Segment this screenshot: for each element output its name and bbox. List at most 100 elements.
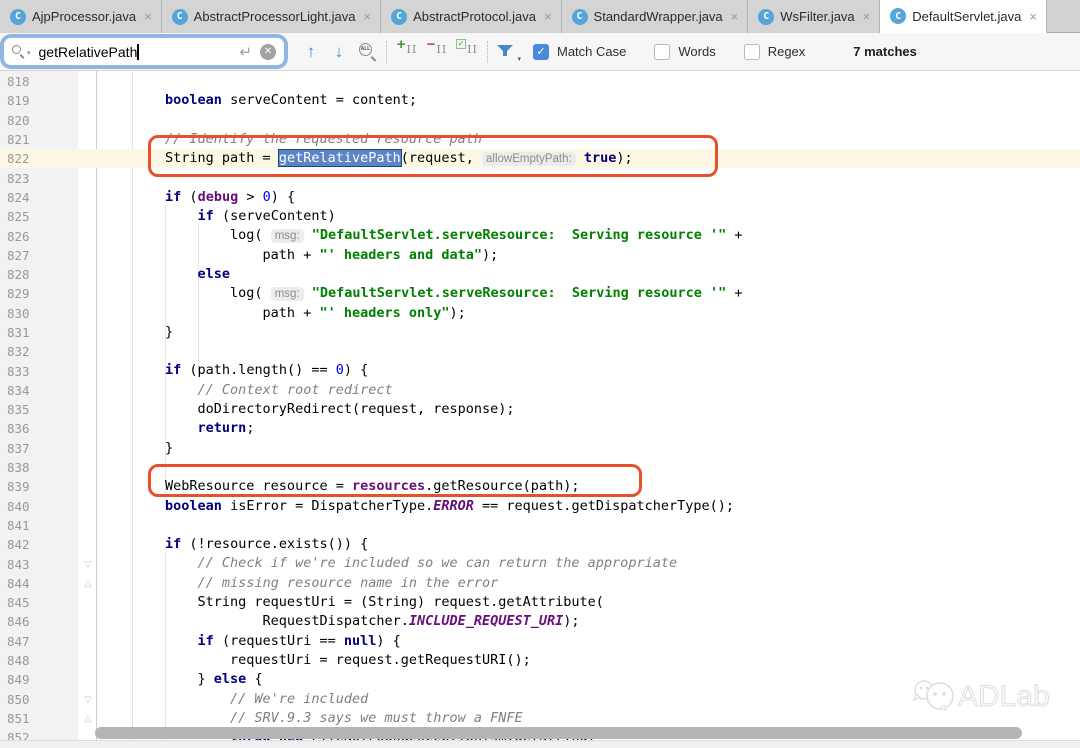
code-text[interactable]: requestUri = request.getRequestURI();	[100, 651, 531, 670]
line-number[interactable]: 840	[0, 499, 76, 514]
code-line-844[interactable]: 844△ // missing resource name in the err…	[0, 574, 1080, 593]
tab-WsFilter.java[interactable]: CWsFilter.java×	[748, 0, 880, 33]
code-text[interactable]: if (requestUri == null) {	[100, 632, 401, 651]
code-text[interactable]: return;	[100, 419, 254, 438]
line-number[interactable]: 832	[0, 344, 76, 359]
code-text[interactable]: if (debug > 0) {	[100, 188, 295, 207]
line-number[interactable]: 839	[0, 479, 76, 494]
code-text[interactable]: boolean serveContent = content;	[100, 91, 417, 110]
line-number[interactable]: 844	[0, 576, 76, 591]
remove-selection-button[interactable]: − II	[422, 39, 452, 65]
code-line-833[interactable]: 833 if (path.length() == 0) {	[0, 361, 1080, 380]
find-all-button[interactable]: ALL	[353, 39, 381, 65]
tab-StandardWrapper.java[interactable]: CStandardWrapper.java×	[562, 0, 749, 33]
code-line-842[interactable]: 842 if (!resource.exists()) {	[0, 535, 1080, 554]
select-all-occurrences-button[interactable]: ✓ II	[452, 39, 482, 65]
line-number[interactable]: 827	[0, 248, 76, 263]
line-number[interactable]: 829	[0, 286, 76, 301]
checkbox[interactable]: ✓	[533, 44, 549, 60]
close-tab-icon[interactable]: ×	[1029, 9, 1037, 24]
line-number[interactable]: 846	[0, 614, 76, 629]
line-number[interactable]: 821	[0, 132, 76, 147]
line-number[interactable]: 834	[0, 383, 76, 398]
line-number[interactable]: 838	[0, 460, 76, 475]
code-text[interactable]: // Context root redirect	[100, 381, 393, 400]
code-text[interactable]: // missing resource name in the error	[100, 574, 498, 593]
fold-up-icon[interactable]: △	[76, 714, 100, 723]
code-line-846[interactable]: 846 RequestDispatcher.INCLUDE_REQUEST_UR…	[0, 612, 1080, 631]
code-line-830[interactable]: 830 path + "' headers only");	[0, 304, 1080, 323]
close-tab-icon[interactable]: ×	[364, 9, 372, 24]
option-regex[interactable]: Regex	[744, 44, 806, 60]
close-tab-icon[interactable]: ×	[731, 9, 739, 24]
code-text[interactable]: path + "' headers only");	[100, 304, 466, 323]
code-text[interactable]: WebResource resource = resources.getReso…	[100, 477, 580, 496]
previous-match-button[interactable]: ↑	[297, 39, 325, 65]
line-number[interactable]: 847	[0, 634, 76, 649]
code-text[interactable]: // SRV.9.3 says we must throw a FNFE	[100, 709, 523, 728]
option-words[interactable]: Words	[654, 44, 715, 60]
line-number[interactable]: 836	[0, 421, 76, 436]
code-line-836[interactable]: 836 return;	[0, 419, 1080, 438]
code-line-824[interactable]: 824 if (debug > 0) {	[0, 188, 1080, 207]
search-input[interactable]: ▾ getRelativePath ↵ ✕	[3, 37, 285, 66]
search-history-chevron-icon[interactable]: ▾	[27, 49, 31, 57]
code-text[interactable]: // Check if we're included so we can ret…	[100, 554, 677, 573]
code-text[interactable]: log( msg: "DefaultServlet.serveResource:…	[100, 226, 743, 246]
code-line-826[interactable]: 826 log( msg: "DefaultServlet.serveResou…	[0, 226, 1080, 245]
line-number[interactable]: 843	[0, 557, 76, 572]
line-number[interactable]: 819	[0, 93, 76, 108]
code-line-837[interactable]: 837 }	[0, 439, 1080, 458]
line-number[interactable]: 842	[0, 537, 76, 552]
line-number[interactable]: 820	[0, 113, 76, 128]
code-editor[interactable]: 818819 boolean serveContent = content;82…	[0, 71, 1080, 748]
line-number[interactable]: 825	[0, 209, 76, 224]
line-number[interactable]: 826	[0, 229, 76, 244]
horizontal-scrollbar[interactable]	[95, 727, 1022, 739]
code-text[interactable]: path + "' headers and data");	[100, 246, 498, 265]
line-number[interactable]: 824	[0, 190, 76, 205]
code-line-818[interactable]: 818	[0, 72, 1080, 91]
code-line-823[interactable]: 823	[0, 168, 1080, 187]
code-text[interactable]: log( msg: "DefaultServlet.serveResource:…	[100, 284, 743, 304]
tab-AbstractProcessorLight.java[interactable]: CAbstractProcessorLight.java×	[162, 0, 381, 33]
line-number[interactable]: 835	[0, 402, 76, 417]
add-selection-button[interactable]: + II	[392, 39, 422, 65]
tab-AjpProcessor.java[interactable]: CAjpProcessor.java×	[0, 0, 162, 33]
code-text[interactable]: // Identify the requested resource path	[100, 130, 482, 149]
code-text[interactable]: else	[100, 265, 230, 284]
code-text[interactable]: String path = getRelativePath(request, a…	[100, 149, 633, 169]
close-tab-icon[interactable]: ×	[863, 9, 871, 24]
code-line-843[interactable]: 843▽ // Check if we're included so we ca…	[0, 554, 1080, 573]
line-number[interactable]: 823	[0, 171, 76, 186]
filter-button[interactable]: ▾	[493, 39, 521, 65]
line-number[interactable]: 841	[0, 518, 76, 533]
line-number[interactable]: 851	[0, 711, 76, 726]
code-text[interactable]: RequestDispatcher.INCLUDE_REQUEST_URI);	[100, 612, 580, 631]
code-line-828[interactable]: 828 else	[0, 265, 1080, 284]
code-line-829[interactable]: 829 log( msg: "DefaultServlet.serveResou…	[0, 284, 1080, 303]
code-line-827[interactable]: 827 path + "' headers and data");	[0, 246, 1080, 265]
line-number[interactable]: 848	[0, 653, 76, 668]
line-number[interactable]: 845	[0, 595, 76, 610]
code-line-834[interactable]: 834 // Context root redirect	[0, 381, 1080, 400]
code-line-840[interactable]: 840 boolean isError = DispatcherType.ERR…	[0, 497, 1080, 516]
code-text[interactable]: }	[100, 439, 173, 458]
line-number[interactable]: 850	[0, 692, 76, 707]
code-line-819[interactable]: 819 boolean serveContent = content;	[0, 91, 1080, 110]
code-text[interactable]: if (path.length() == 0) {	[100, 361, 368, 380]
line-number[interactable]: 831	[0, 325, 76, 340]
clear-search-icon[interactable]: ✕	[260, 44, 276, 60]
tab-AbstractProtocol.java[interactable]: CAbstractProtocol.java×	[381, 0, 561, 33]
code-line-821[interactable]: 821 // Identify the requested resource p…	[0, 130, 1080, 149]
option-match-case[interactable]: ✓Match Case	[533, 44, 626, 60]
close-tab-icon[interactable]: ×	[544, 9, 552, 24]
code-line-847[interactable]: 847 if (requestUri == null) {	[0, 632, 1080, 651]
fold-down-icon[interactable]: ▽	[76, 695, 100, 704]
code-text[interactable]: String requestUri = (String) request.get…	[100, 593, 604, 612]
code-text[interactable]: doDirectoryRedirect(request, response);	[100, 400, 515, 419]
code-line-820[interactable]: 820	[0, 111, 1080, 130]
code-line-845[interactable]: 845 String requestUri = (String) request…	[0, 593, 1080, 612]
code-line-838[interactable]: 838	[0, 458, 1080, 477]
next-match-button[interactable]: ↓	[325, 39, 353, 65]
